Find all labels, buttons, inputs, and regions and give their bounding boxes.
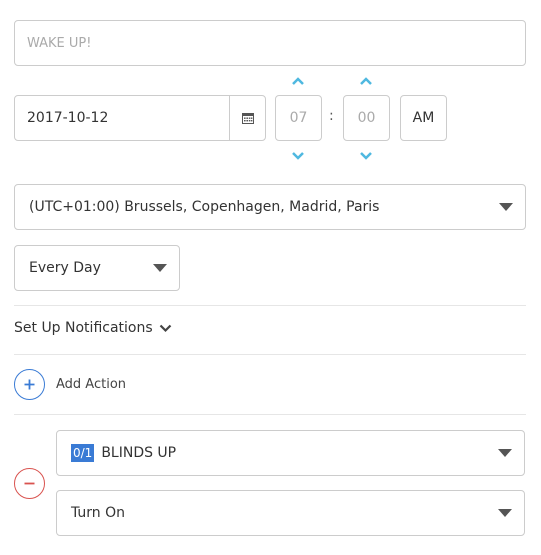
- hour-increment-button[interactable]: [288, 74, 308, 88]
- date-value: 2017-10-12: [27, 110, 109, 126]
- date-input[interactable]: 2017-10-12: [14, 95, 266, 141]
- timezone-value: (UTC+01:00) Brussels, Copenhagen, Madrid…: [29, 199, 380, 215]
- minute-decrement-button[interactable]: [356, 148, 376, 162]
- caret-down-icon: [499, 203, 513, 211]
- minute-increment-button[interactable]: [356, 74, 376, 88]
- alarm-name-input[interactable]: WAKE UP!: [14, 20, 526, 66]
- command-select[interactable]: Turn On: [56, 490, 525, 536]
- add-action-button[interactable]: [14, 369, 45, 400]
- notifications-label: Set Up Notifications: [14, 320, 153, 336]
- repeat-value: Every Day: [29, 260, 101, 276]
- chevron-down-icon: [292, 151, 304, 160]
- add-action-label[interactable]: Add Action: [56, 377, 126, 392]
- calendar-icon: [241, 113, 254, 124]
- timezone-select[interactable]: (UTC+01:00) Brussels, Copenhagen, Madrid…: [14, 184, 526, 230]
- chevron-down-icon: [159, 324, 171, 332]
- calendar-button[interactable]: [229, 96, 265, 140]
- device-value: BLINDS UP: [101, 445, 177, 461]
- time-separator: :: [329, 108, 334, 124]
- divider: [14, 305, 526, 306]
- chevron-down-icon: [360, 151, 372, 160]
- minute-input[interactable]: 00: [343, 95, 390, 141]
- device-type-badge: 0/1: [71, 444, 95, 462]
- hour-input[interactable]: 07: [275, 95, 322, 141]
- remove-action-button[interactable]: [14, 468, 45, 499]
- chevron-up-icon: [360, 76, 372, 85]
- am-pm-toggle[interactable]: AM: [400, 95, 447, 141]
- caret-down-icon: [153, 264, 167, 272]
- caret-down-icon: [498, 449, 512, 457]
- plus-icon: [24, 379, 35, 390]
- device-select[interactable]: 0/1 BLINDS UP: [56, 430, 525, 476]
- command-value: Turn On: [71, 505, 126, 521]
- divider: [14, 414, 526, 415]
- chevron-up-icon: [292, 76, 304, 85]
- hour-value: 07: [289, 110, 308, 126]
- divider: [14, 354, 526, 355]
- caret-down-icon: [498, 509, 512, 517]
- am-pm-label: AM: [412, 110, 435, 126]
- repeat-select[interactable]: Every Day: [14, 245, 180, 291]
- minute-value: 00: [357, 110, 376, 126]
- alarm-name-placeholder: WAKE UP!: [27, 35, 92, 51]
- notifications-toggle[interactable]: Set Up Notifications: [14, 318, 172, 338]
- minus-icon: [24, 482, 35, 485]
- hour-decrement-button[interactable]: [288, 148, 308, 162]
